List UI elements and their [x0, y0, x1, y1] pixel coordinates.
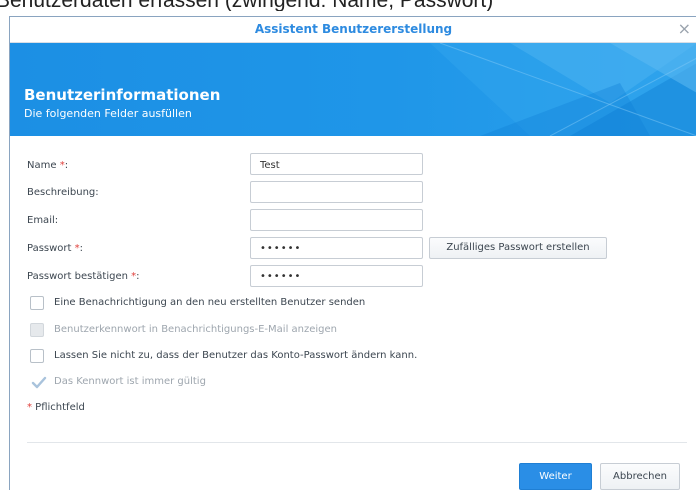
email-label: Email:	[27, 215, 59, 226]
description-label: Beschreibung:	[27, 187, 99, 198]
password-never-expires-checkbox	[30, 375, 47, 389]
password-input[interactable]: ••••••	[250, 237, 423, 259]
banner-heading: Benutzerinformationen	[24, 86, 221, 104]
user-creation-dialog: Assistent Benutzererstellung × Benutzeri…	[9, 16, 696, 490]
required-field-note: * Pflichtfeld	[27, 402, 85, 413]
name-label: Name *:	[27, 160, 69, 171]
option-label: Benutzerkennwort in Benachrichtigungs-E-…	[54, 324, 338, 335]
page-caption: Benutzerdaten erfassen (zwingend: Name, …	[0, 0, 696, 11]
cancel-button[interactable]: Abbrechen	[600, 463, 680, 490]
password-label: Passwort *:	[27, 243, 84, 254]
dialog-title: Assistent Benutzererstellung	[254, 22, 453, 36]
footer-divider	[27, 442, 687, 443]
random-password-button[interactable]: Zufälliges Passwort erstellen	[429, 237, 607, 259]
next-button[interactable]: Weiter	[519, 463, 592, 490]
password-confirm-input[interactable]: ••••••	[250, 265, 423, 287]
email-input[interactable]	[250, 209, 423, 231]
header-banner: Benutzerinformationen Die folgenden Feld…	[10, 43, 696, 136]
dialog-titlebar: Assistent Benutzererstellung ×	[10, 17, 696, 43]
option-label: Eine Benachrichtigung an den neu erstell…	[54, 297, 366, 308]
checkmark-icon	[31, 376, 47, 389]
name-input[interactable]: Test	[250, 153, 423, 175]
disallow-password-change-checkbox[interactable]	[30, 349, 44, 363]
password-confirm-label: Passwort bestätigen *:	[27, 271, 140, 282]
option-label: Lassen Sie nicht zu, dass der Benutzer d…	[54, 350, 418, 361]
description-input[interactable]	[250, 181, 423, 203]
option-label: Das Kennwort ist immer gültig	[54, 376, 206, 387]
send-notification-checkbox[interactable]	[30, 296, 44, 310]
close-icon[interactable]: ×	[678, 20, 691, 38]
show-password-in-mail-checkbox	[30, 323, 44, 337]
banner-subheading: Die folgenden Felder ausfüllen	[24, 107, 192, 120]
